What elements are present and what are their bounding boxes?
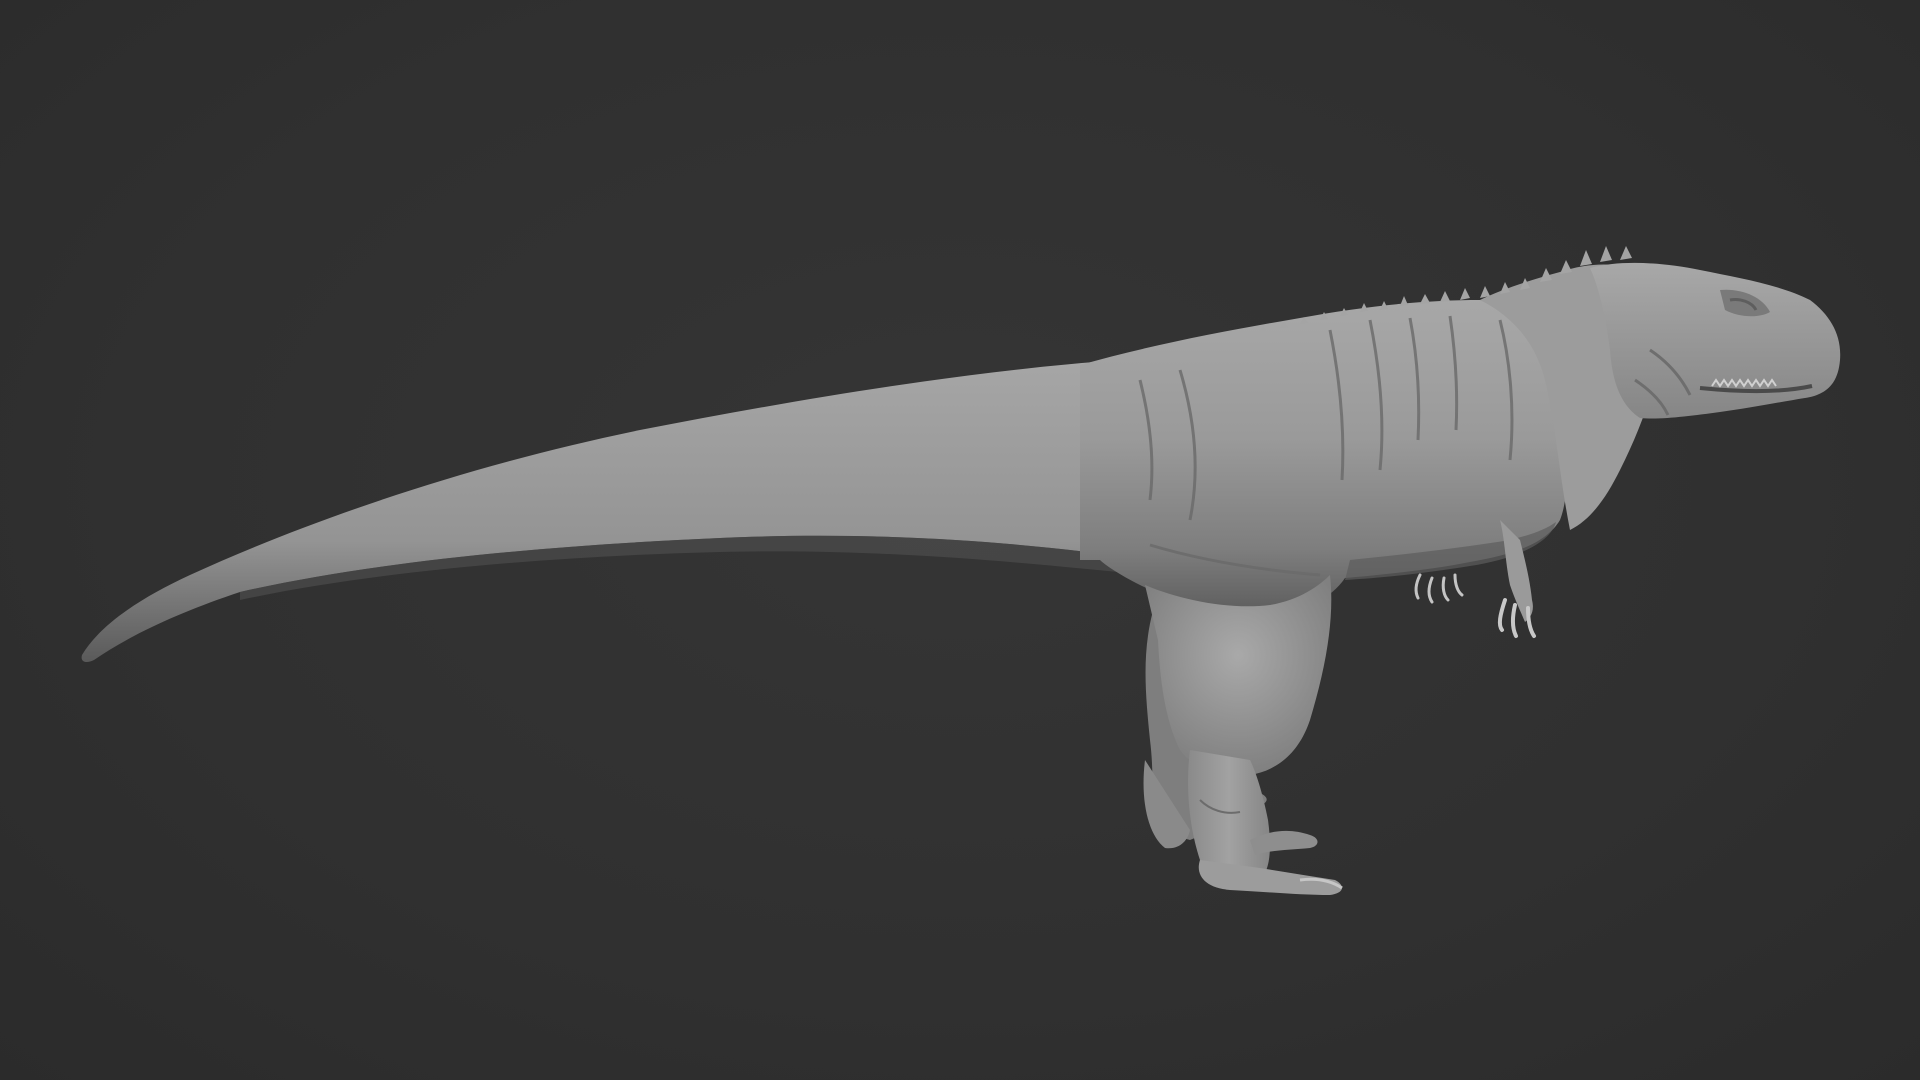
3d-viewport[interactable]: [0, 0, 1920, 1080]
torso: [1080, 295, 1571, 613]
dinosaur-model[interactable]: [0, 0, 1920, 1080]
near-leg: [1188, 750, 1343, 895]
head: [1590, 262, 1841, 419]
tail: [81, 360, 1150, 663]
small-claws-near: [1414, 573, 1464, 604]
